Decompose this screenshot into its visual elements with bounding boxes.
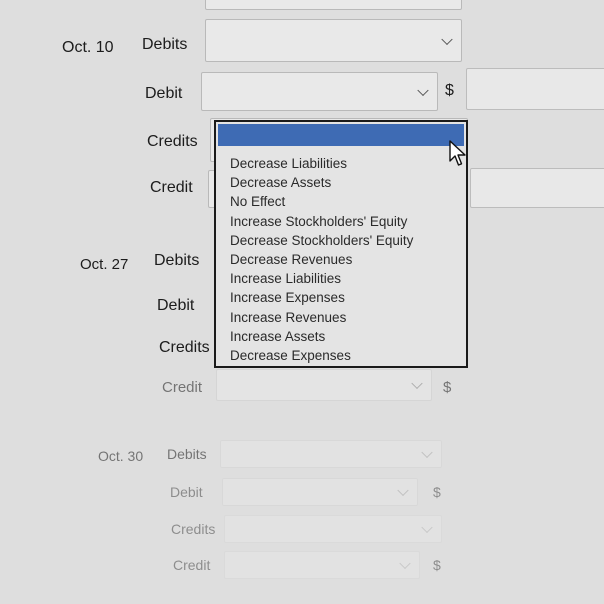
oct10-debit-label: Debit bbox=[145, 85, 183, 102]
oct27-credit-account-select[interactable] bbox=[216, 369, 432, 401]
oct27-credit-currency: $ bbox=[443, 379, 452, 396]
oct10-debits-label: Debits bbox=[142, 36, 188, 53]
credits-dropdown-menu[interactable]: Decrease Liabilities Decrease Assets No … bbox=[214, 120, 468, 368]
oct10-credit-label: Credit bbox=[150, 179, 193, 196]
chevron-down-icon bbox=[417, 84, 429, 96]
oct10-debit-account-select[interactable] bbox=[201, 72, 438, 111]
date-oct-30: Oct. 30 bbox=[98, 448, 144, 464]
dropdown-option[interactable]: Decrease Liabilities bbox=[230, 154, 413, 173]
oct30-credits-select[interactable] bbox=[224, 515, 442, 543]
oct27-debits-label: Debits bbox=[154, 252, 200, 269]
oct10-credits-label: Credits bbox=[147, 133, 198, 150]
oct10-debit-currency: $ bbox=[445, 82, 454, 99]
dropdown-option[interactable]: Decrease Expenses bbox=[230, 346, 413, 365]
date-oct-10: Oct. 10 bbox=[62, 39, 114, 56]
dropdown-option[interactable]: Decrease Assets bbox=[230, 173, 413, 192]
oct30-credits-label: Credits bbox=[171, 521, 216, 537]
dropdown-option[interactable]: Increase Stockholders' Equity bbox=[230, 212, 413, 231]
oct27-debit-label: Debit bbox=[157, 297, 195, 314]
oct30-debits-label: Debits bbox=[167, 446, 207, 462]
chevron-down-icon bbox=[421, 521, 433, 534]
chevron-down-icon bbox=[421, 446, 433, 459]
dropdown-option[interactable]: Decrease Stockholders' Equity bbox=[230, 231, 413, 250]
mouse-cursor-icon bbox=[449, 140, 466, 166]
dropdown-option[interactable]: Decrease Revenues bbox=[230, 250, 413, 269]
oct30-debits-select[interactable] bbox=[220, 440, 442, 468]
chevron-down-icon bbox=[411, 377, 423, 390]
oct27-credit-label: Credit bbox=[162, 379, 203, 396]
oct30-debit-label: Debit bbox=[170, 484, 203, 500]
oct30-debit-currency: $ bbox=[433, 484, 441, 500]
chevron-down-icon bbox=[397, 484, 409, 497]
chevron-down-icon bbox=[399, 557, 411, 570]
dropdown-option[interactable]: Increase Expenses bbox=[230, 288, 413, 307]
oct30-credit-account-select[interactable] bbox=[224, 551, 420, 579]
dropdown-options-list: Decrease Liabilities Decrease Assets No … bbox=[230, 154, 413, 365]
oct10-credit-amount-input[interactable] bbox=[470, 168, 604, 208]
top-partial-select[interactable] bbox=[205, 0, 462, 10]
dropdown-option[interactable]: Increase Assets bbox=[230, 327, 413, 346]
oct30-credit-label: Credit bbox=[173, 557, 211, 573]
oct30-debit-account-select[interactable] bbox=[222, 478, 418, 506]
chevron-down-icon bbox=[441, 33, 453, 45]
dropdown-option[interactable]: Increase Revenues bbox=[230, 308, 413, 327]
oct10-debit-amount-input[interactable] bbox=[466, 68, 604, 110]
dropdown-option[interactable]: No Effect bbox=[230, 192, 413, 211]
journal-entry-form: Oct. 10 Debits Debit $ Credits Credit Oc… bbox=[0, 0, 604, 604]
oct27-credits-label: Credits bbox=[159, 339, 210, 356]
dropdown-highlighted-option[interactable] bbox=[218, 124, 464, 146]
oct10-debits-select[interactable] bbox=[205, 19, 462, 62]
date-oct-27: Oct. 27 bbox=[80, 256, 129, 273]
dropdown-option[interactable]: Increase Liabilities bbox=[230, 269, 413, 288]
oct30-credit-currency: $ bbox=[433, 557, 441, 573]
